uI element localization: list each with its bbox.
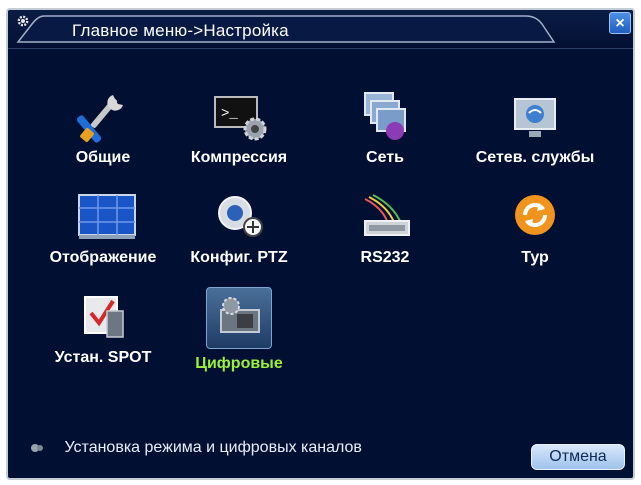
settings-content: Общие >_ Компрессия Сеть Сетев. службы О… xyxy=(8,48,633,478)
spot-config-icon xyxy=(77,291,129,343)
monitor-globe-icon xyxy=(509,91,561,143)
menu-item-tour[interactable]: Тур xyxy=(470,191,600,267)
network-icon xyxy=(359,91,411,143)
info-bullet-icon xyxy=(31,443,43,452)
menu-item-label: Отображение xyxy=(49,249,157,266)
tools-icon xyxy=(76,91,129,143)
ptz-camera-icon xyxy=(213,191,265,243)
gear-icon xyxy=(17,15,29,27)
title-tab: Главное меню->Настройка xyxy=(16,14,556,44)
settings-window: Главное меню->Настройка × Общие >_ Компр… xyxy=(6,8,635,480)
cable-connector-icon xyxy=(359,191,411,243)
menu-item-label: Конфиг. PTZ xyxy=(190,249,288,266)
menu-item-display[interactable]: Отображение xyxy=(38,191,168,267)
menu-item-general[interactable]: Общие xyxy=(38,91,168,167)
menu-item-compression[interactable]: >_ Компрессия xyxy=(174,91,304,167)
menu-item-digital[interactable]: Цифровые xyxy=(174,287,304,373)
menu-item-label: Компрессия xyxy=(190,149,288,166)
digital-camera-icon xyxy=(206,287,272,349)
cancel-button[interactable]: Отмена xyxy=(531,444,625,470)
close-button[interactable]: × xyxy=(609,12,631,34)
menu-item-label: Сеть xyxy=(366,149,404,166)
terminal-gear-icon: >_ xyxy=(213,91,267,143)
menu-item-net-services[interactable]: Сетев. службы xyxy=(470,91,600,167)
menu-item-label: Общие xyxy=(75,149,131,166)
menu-item-ptz-config[interactable]: Конфиг. PTZ xyxy=(174,191,304,267)
status-hint: Установка режима и цифровых каналов xyxy=(30,439,362,457)
menu-item-spot[interactable]: Устан. SPOT xyxy=(38,291,168,367)
menu-item-label: Устан. SPOT xyxy=(54,349,152,366)
refresh-icon xyxy=(509,191,561,243)
display-grid-icon xyxy=(77,191,136,243)
menu-item-rs232[interactable]: RS232 xyxy=(320,191,450,267)
menu-item-label: RS232 xyxy=(360,249,410,266)
window-title: Главное меню->Настройка xyxy=(72,21,289,40)
menu-item-label: Цифровые xyxy=(195,355,283,372)
title-bar: Главное меню->Настройка × xyxy=(8,10,633,48)
menu-item-network[interactable]: Сеть xyxy=(320,91,450,167)
svg-text:>_: >_ xyxy=(221,106,238,122)
menu-item-label: Тур xyxy=(521,249,549,266)
status-hint-text: Установка режима и цифровых каналов xyxy=(64,439,362,456)
menu-item-label: Сетев. службы xyxy=(475,149,595,166)
